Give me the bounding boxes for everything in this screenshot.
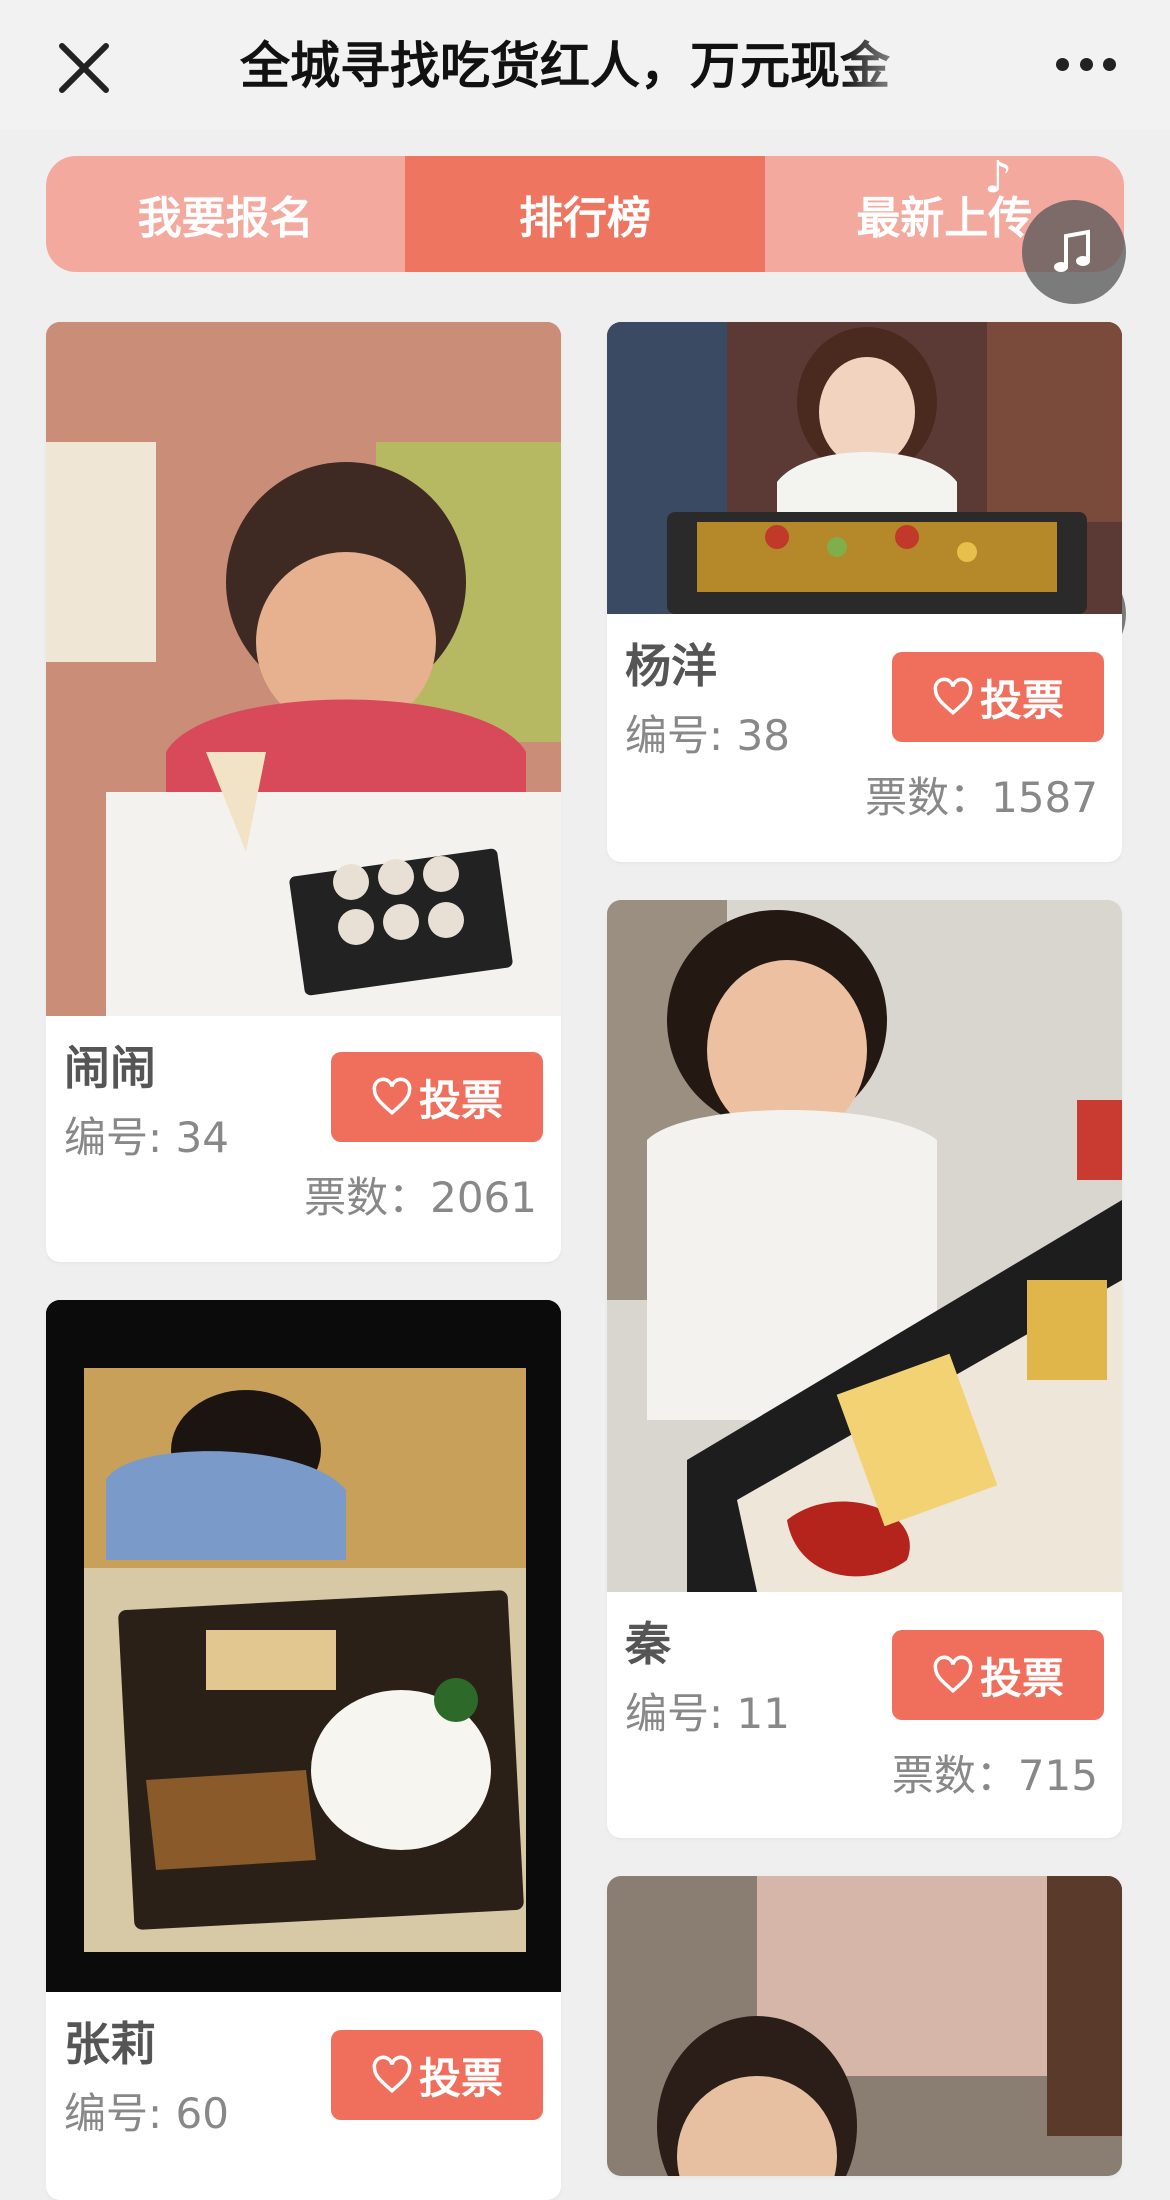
entry-card[interactable]: 闹闹 编号: 34 投票 票数：2061 xyxy=(46,322,561,1262)
entry-card[interactable]: 秦 编号: 11 投票 票数：715 xyxy=(607,900,1122,1838)
page-title: 全城寻找吃货红人，万元现金 xyxy=(240,37,890,95)
entry-number: 编号: 38 xyxy=(625,711,790,760)
heart-icon xyxy=(933,677,973,716)
entry-photo[interactable] xyxy=(607,900,1122,1592)
entry-name: 张莉 xyxy=(64,2017,156,2071)
close-icon[interactable] xyxy=(52,36,116,100)
vote-count: 票数：1587 xyxy=(865,773,1098,822)
vote-count: 票数：715 xyxy=(891,1751,1098,1800)
vote-label: 投票 xyxy=(979,675,1064,725)
vote-label: 投票 xyxy=(979,1653,1064,1703)
vote-count: 票数：2061 xyxy=(304,1173,537,1222)
tab-signup[interactable]: 我要报名 xyxy=(46,156,405,272)
entry-photo[interactable] xyxy=(46,1300,561,1992)
vote-button[interactable]: 投票 xyxy=(892,652,1104,742)
entry-number: 编号: 34 xyxy=(64,1113,229,1162)
vote-button[interactable]: 投票 xyxy=(331,2030,543,2120)
entry-photo[interactable] xyxy=(46,322,561,1016)
tab-ranking[interactable]: 排行榜 xyxy=(405,156,765,272)
entry-name: 秦 xyxy=(625,1617,671,1671)
music-note-decoration-icon: ♪ xyxy=(984,152,1013,203)
entry-name: 杨洋 xyxy=(625,639,717,693)
vote-label: 投票 xyxy=(418,2053,503,2103)
entry-name: 闹闹 xyxy=(64,1041,156,1095)
entry-card[interactable]: 张莉 编号: 60 投票 xyxy=(46,1300,561,2200)
heart-icon xyxy=(372,2055,412,2094)
music-note-icon[interactable] xyxy=(1022,200,1126,304)
entry-photo[interactable] xyxy=(607,1876,1122,2176)
nav-bar: 全城寻找吃货红人，万元现金 xyxy=(0,0,1170,130)
entry-card[interactable]: 杨洋 编号: 38 投票 票数：1587 xyxy=(607,322,1122,862)
vote-button[interactable]: 投票 xyxy=(331,1052,543,1142)
vote-label: 投票 xyxy=(418,1075,503,1125)
entry-photo[interactable] xyxy=(607,322,1122,614)
entry-number: 编号: 60 xyxy=(64,2089,229,2138)
more-options-icon[interactable] xyxy=(1056,44,1116,84)
entry-card[interactable] xyxy=(607,1876,1122,2176)
heart-icon xyxy=(933,1655,973,1694)
heart-icon xyxy=(372,1077,412,1116)
vote-button[interactable]: 投票 xyxy=(892,1630,1104,1720)
tab-bar: 我要报名 排行榜 最新上传 xyxy=(46,156,1124,272)
entry-number: 编号: 11 xyxy=(625,1689,790,1738)
